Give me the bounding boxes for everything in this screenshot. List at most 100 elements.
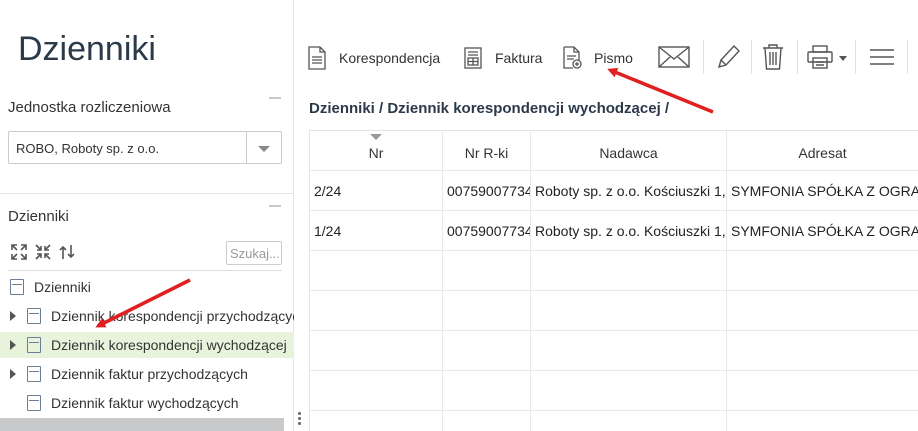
- data-table: Nr Nr R-ki Nadawca Adresat 2/24 00759007734 Ro…: [309, 130, 918, 431]
- tree-item[interactable]: Dziennik faktur wychodzących: [0, 390, 294, 416]
- table-cell: [531, 331, 727, 370]
- table-cell: [443, 371, 531, 410]
- tree-item[interactable]: Dzienniki: [0, 274, 294, 300]
- tree-item[interactable]: Dziennik korespondencji przychodzących: [0, 303, 294, 329]
- table-row: [310, 331, 918, 371]
- chevron-down-icon: [839, 55, 847, 61]
- tree-item[interactable]: Dziennik korespondencji wychodzącej: [0, 332, 294, 358]
- select-divider: [246, 132, 247, 163]
- faktura-button[interactable]: Faktura: [463, 44, 542, 72]
- table-cell: [727, 411, 918, 431]
- toolbar-separator: [751, 40, 752, 74]
- journals-section-collapse[interactable]: [269, 205, 281, 207]
- toolbar-separator: [907, 40, 908, 74]
- journal-icon: [10, 279, 24, 295]
- print-button[interactable]: [807, 44, 847, 72]
- tree-item-label: Dziennik faktur przychodzących: [51, 366, 248, 382]
- refresh-icon[interactable]: [58, 243, 76, 261]
- table-cell: [310, 371, 443, 410]
- splitter-handle[interactable]: [298, 410, 302, 430]
- tree-item-label: Dziennik faktur wychodzących: [51, 395, 239, 411]
- chevron-down-icon[interactable]: [258, 146, 270, 152]
- invoice-icon: [463, 46, 483, 70]
- tree-item-label: Dziennik korespondencji przychodzących: [51, 308, 294, 324]
- expand-all-icon[interactable]: [10, 243, 28, 261]
- trash-icon: [762, 43, 784, 74]
- table-row[interactable]: 1/24 00759007734 Roboty sp. z o.o. Kościus…: [310, 211, 918, 251]
- table-cell: [310, 331, 443, 370]
- table-cell: [310, 411, 443, 431]
- table-cell: [727, 371, 918, 410]
- table-row[interactable]: 2/24 00759007734 Roboty sp. z o.o. Kościus…: [310, 171, 918, 211]
- table-cell: [531, 291, 727, 330]
- breadcrumb[interactable]: Dzienniki / Dziennik korespondencji wych…: [309, 100, 669, 117]
- toolbar: Korespondencja Faktura Pismo: [295, 38, 918, 78]
- envelope-icon: [658, 45, 690, 71]
- journal-icon: [27, 366, 41, 382]
- table-cell: Roboty sp. z o.o. Kościuszki 1,: [531, 211, 727, 250]
- section-divider: [0, 193, 294, 194]
- tree-tools: [10, 243, 76, 261]
- pismo-button[interactable]: Pismo: [562, 44, 633, 72]
- toolbar-separator: [855, 40, 856, 74]
- table-row: [310, 291, 918, 331]
- tree-item-label: Dzienniki: [34, 279, 91, 295]
- column-header-label: Adresat: [798, 145, 847, 161]
- table-cell: [310, 251, 443, 290]
- table-row: [310, 411, 918, 431]
- document-icon: [307, 46, 327, 70]
- table-cell: [531, 251, 727, 290]
- delete-button[interactable]: [762, 43, 784, 74]
- table-cell: 00759007734: [443, 171, 531, 210]
- horizontal-scrollbar[interactable]: [0, 418, 284, 431]
- tree-item[interactable]: Dziennik faktur przychodzących: [0, 361, 294, 387]
- journals-section-label: Dzienniki: [8, 208, 69, 225]
- column-header[interactable]: Nr R-ki: [443, 131, 531, 170]
- expand-arrow-icon[interactable]: [10, 340, 16, 350]
- table-header: Nr Nr R-ki Nadawca Adresat: [310, 131, 918, 171]
- table-row: [310, 371, 918, 411]
- table-cell: 1/24: [310, 211, 443, 250]
- menu-button[interactable]: [869, 44, 895, 72]
- column-header[interactable]: Nr: [310, 131, 443, 170]
- unit-select-value: ROBO, Roboty sp. z o.o.: [16, 141, 160, 156]
- column-header-label: Nadawca: [599, 145, 658, 161]
- table-cell: [443, 411, 531, 431]
- unit-select[interactable]: ROBO, Roboty sp. z o.o.: [8, 131, 282, 164]
- table-row: [310, 251, 918, 291]
- table-cell: [443, 331, 531, 370]
- collapse-all-icon[interactable]: [34, 243, 52, 261]
- envelope-button[interactable]: [658, 44, 690, 72]
- expand-arrow-icon[interactable]: [10, 369, 16, 379]
- column-header[interactable]: Adresat: [727, 131, 918, 170]
- pencil-icon: [715, 43, 741, 74]
- tree-item-label: Dziennik korespondencji wychodzącej: [51, 337, 287, 353]
- page-title: Dzienniki: [18, 30, 156, 68]
- table-cell: [531, 371, 727, 410]
- column-header[interactable]: Nadawca: [531, 131, 727, 170]
- toolbar-separator: [797, 40, 798, 74]
- table-cell: Roboty sp. z o.o. Kościuszki 1,: [531, 171, 727, 210]
- unit-section-label: Jednostka rozliczeniowa: [8, 99, 171, 116]
- table-cell: [727, 251, 918, 290]
- table-cell: SYMFONIA SPÓŁKA Z OGRAN: [727, 211, 918, 250]
- table-cell: [310, 291, 443, 330]
- column-header-label: Nr R-ki: [464, 145, 509, 161]
- table-cell: [443, 291, 531, 330]
- hamburger-icon: [869, 47, 895, 70]
- table-cell: [727, 331, 918, 370]
- journal-icon: [27, 337, 41, 353]
- korespondencja-button[interactable]: Korespondencja: [307, 44, 440, 72]
- korespondencja-label: Korespondencja: [339, 50, 441, 66]
- table-cell: [727, 291, 918, 330]
- sort-desc-icon: [370, 134, 382, 140]
- edit-button[interactable]: [715, 44, 741, 72]
- add-document-icon: [562, 46, 582, 70]
- tree-search-input[interactable]: Szukaj...: [226, 241, 282, 265]
- unit-section-collapse[interactable]: [269, 97, 281, 99]
- column-header-label: Nr: [368, 145, 384, 161]
- journal-icon: [27, 308, 41, 324]
- tree-divider: [8, 270, 282, 271]
- expand-arrow-icon[interactable]: [10, 311, 16, 321]
- main-content: Korespondencja Faktura Pismo Dzienniki /…: [295, 0, 918, 431]
